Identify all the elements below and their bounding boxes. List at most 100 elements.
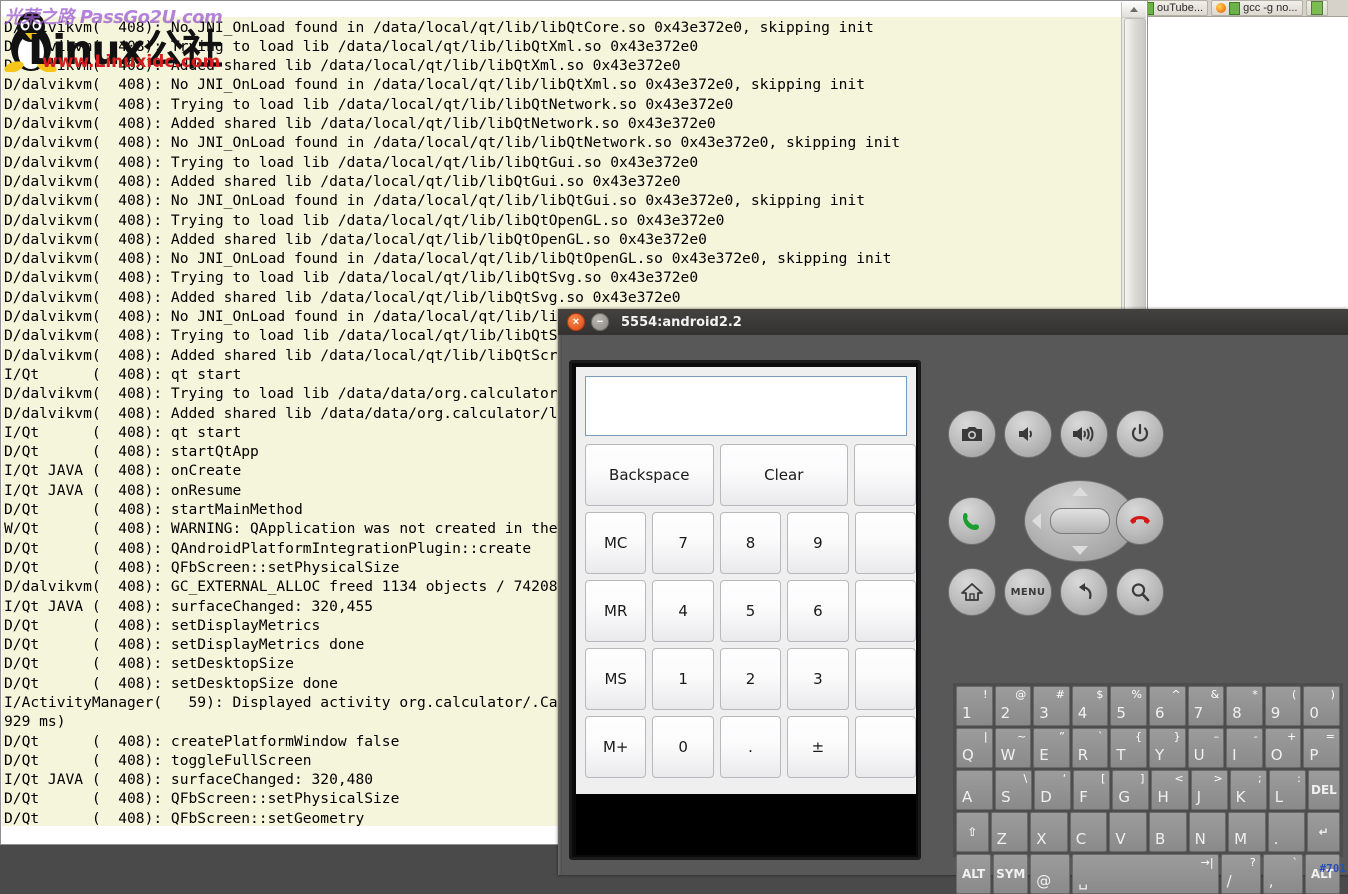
key-o[interactable]: O+: [1265, 728, 1302, 768]
calc-key-offscreen[interactable]: [855, 648, 916, 710]
device-screen[interactable]: BackspaceClear MC789 MR456 MS123 M+0.±: [576, 367, 916, 855]
key-w[interactable]: W~: [995, 728, 1032, 768]
taskbar-tray[interactable]: [1306, 0, 1328, 16]
key-label: I: [1232, 746, 1236, 764]
dpad-select-button[interactable]: [1050, 508, 1110, 534]
key-label: S: [1001, 788, 1011, 806]
key-shift[interactable]: ⇧: [956, 812, 989, 852]
calc-key-[interactable]: ±: [787, 716, 848, 778]
emulator-keyboard[interactable]: 1!2@3#4$5%6^7&8*9(0) Q|W~E”R`T{Y}U–I-O+P=…: [953, 683, 1343, 857]
android-emulator-window[interactable]: × − 5554:android2.2 BackspaceClearMC789M…: [558, 309, 1348, 875]
search-button[interactable]: [1116, 568, 1164, 616]
calc-key-m+[interactable]: M+: [585, 716, 646, 778]
volume-up-button[interactable]: [1060, 410, 1108, 458]
key-v[interactable]: V: [1109, 812, 1147, 852]
key-b[interactable]: B: [1149, 812, 1187, 852]
end-call-button[interactable]: [1116, 497, 1164, 545]
key-n[interactable]: N: [1189, 812, 1227, 852]
calc-key-mc[interactable]: MC: [585, 512, 646, 574]
camera-button[interactable]: [948, 410, 996, 458]
calc-key-3[interactable]: 3: [787, 648, 848, 710]
key-4[interactable]: 4$: [1072, 686, 1109, 726]
key-h[interactable]: H<: [1151, 770, 1188, 810]
key-l[interactable]: L:: [1269, 770, 1306, 810]
key-3[interactable]: 3#: [1033, 686, 1070, 726]
key-x[interactable]: X: [1030, 812, 1068, 852]
calc-key-4[interactable]: 4: [652, 580, 713, 642]
scroll-up-arrow[interactable]: [1122, 2, 1146, 18]
back-button[interactable]: [1060, 568, 1108, 616]
key-e[interactable]: E”: [1033, 728, 1070, 768]
key-5[interactable]: 5%: [1110, 686, 1147, 726]
calc-key-ms[interactable]: MS: [585, 648, 646, 710]
calc-key-0[interactable]: 0: [652, 716, 713, 778]
key-sym[interactable]: SYM: [993, 854, 1028, 894]
calc-key-clear[interactable]: Clear: [720, 444, 849, 506]
key-sym[interactable]: /?: [1221, 854, 1261, 894]
key-j[interactable]: J>: [1191, 770, 1228, 810]
key-alt[interactable]: ALT: [956, 854, 991, 894]
key-8[interactable]: 8*: [1226, 686, 1263, 726]
calculator-display[interactable]: [585, 376, 907, 436]
corner-marker: #701: [1320, 862, 1347, 875]
key-sym[interactable]: .: [1268, 812, 1306, 852]
home-button[interactable]: [948, 568, 996, 616]
taskbar-item-browser[interactable]: ouTube...: [1138, 0, 1208, 16]
key-space[interactable]: ␣→|: [1072, 854, 1218, 894]
key-enter[interactable]: ↵: [1307, 812, 1340, 852]
key-z[interactable]: Z: [991, 812, 1029, 852]
key-i[interactable]: I-: [1226, 728, 1263, 768]
emulator-titlebar[interactable]: × − 5554:android2.2: [558, 309, 1348, 336]
key-2[interactable]: 2@: [995, 686, 1032, 726]
key-s[interactable]: S\: [995, 770, 1032, 810]
minimize-icon[interactable]: −: [591, 313, 609, 331]
close-icon[interactable]: ×: [567, 313, 585, 331]
key-f[interactable]: F[: [1073, 770, 1110, 810]
key-m[interactable]: M: [1228, 812, 1266, 852]
key-y[interactable]: Y}: [1149, 728, 1186, 768]
key-u[interactable]: U–: [1188, 728, 1225, 768]
key-g[interactable]: G]: [1112, 770, 1149, 810]
calc-key-5[interactable]: 5: [720, 580, 781, 642]
calc-key-offscreen[interactable]: [855, 512, 916, 574]
calc-key-9[interactable]: 9: [787, 512, 848, 574]
calc-key-mr[interactable]: MR: [585, 580, 646, 642]
taskbar[interactable]: ouTube... gcc -g no...: [1138, 0, 1348, 17]
key-0[interactable]: 0): [1303, 686, 1340, 726]
key-c[interactable]: C: [1070, 812, 1108, 852]
key-6[interactable]: 6^: [1149, 686, 1186, 726]
dpad-down-icon[interactable]: [1072, 546, 1088, 555]
key-r[interactable]: R`: [1072, 728, 1109, 768]
calc-key-8[interactable]: 8: [720, 512, 781, 574]
calc-key-7[interactable]: 7: [652, 512, 713, 574]
key-sym[interactable]: ,`: [1263, 854, 1303, 894]
key-k[interactable]: K;: [1230, 770, 1267, 810]
dpad-up-icon[interactable]: [1072, 487, 1088, 496]
calc-key-2[interactable]: 2: [720, 648, 781, 710]
taskbar-item-gcc[interactable]: gcc -g no...: [1211, 0, 1302, 16]
calc-key-6[interactable]: 6: [787, 580, 848, 642]
calc-key-1[interactable]: 1: [652, 648, 713, 710]
key-alt-label: *: [1252, 688, 1258, 701]
key-sym[interactable]: @: [1030, 854, 1070, 894]
volume-down-button[interactable]: [1004, 410, 1052, 458]
calc-key-backspace[interactable]: Backspace: [585, 444, 714, 506]
key-1[interactable]: 1!: [956, 686, 993, 726]
calc-key-offscreen[interactable]: [854, 444, 916, 506]
menu-button[interactable]: MENU: [1004, 568, 1052, 616]
background-window[interactable]: [1138, 0, 1348, 318]
key-a[interactable]: A: [956, 770, 993, 810]
key-q[interactable]: Q|: [956, 728, 993, 768]
dpad-left-icon[interactable]: [1032, 513, 1041, 529]
key-7[interactable]: 7&: [1188, 686, 1225, 726]
power-button[interactable]: [1116, 410, 1164, 458]
key-del[interactable]: DEL: [1308, 770, 1340, 810]
calc-key-[interactable]: .: [720, 716, 781, 778]
key-9[interactable]: 9(: [1265, 686, 1302, 726]
key-p[interactable]: P=: [1303, 728, 1340, 768]
key-d[interactable]: D‘: [1034, 770, 1071, 810]
call-button[interactable]: [948, 497, 996, 545]
calc-key-offscreen[interactable]: [855, 716, 916, 778]
calc-key-offscreen[interactable]: [855, 580, 916, 642]
key-t[interactable]: T{: [1110, 728, 1147, 768]
